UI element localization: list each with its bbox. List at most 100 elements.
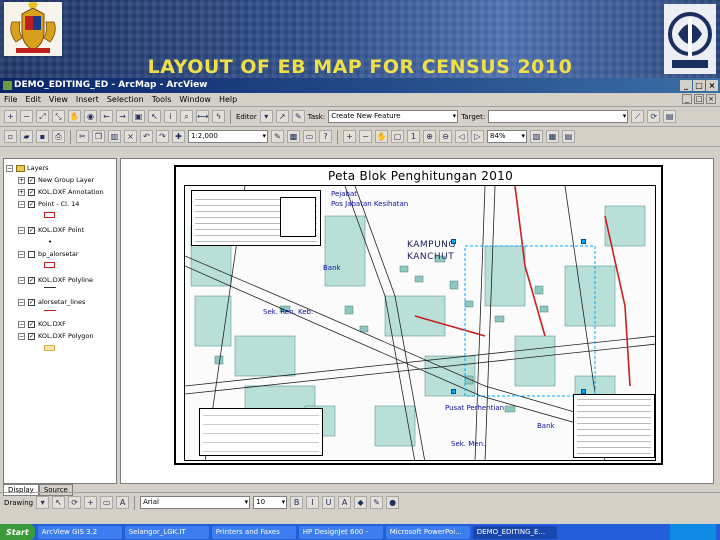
copy-icon[interactable]: ❐	[92, 130, 105, 143]
menu-window[interactable]: Window	[179, 95, 211, 104]
fixed-in-icon[interactable]: ⊕	[423, 130, 436, 143]
menu-edit[interactable]: Edit	[25, 95, 41, 104]
fixed-zoom-out-icon[interactable]: ⤡	[52, 110, 65, 123]
select-elements-icon[interactable]: ↖	[148, 110, 161, 123]
target-combo[interactable]	[488, 110, 629, 123]
focus-frame-icon[interactable]: ▦	[546, 130, 559, 143]
menu-view[interactable]: View	[49, 95, 68, 104]
cut-icon[interactable]: ✂	[76, 130, 89, 143]
collapse-icon[interactable]: −	[6, 164, 13, 172]
rotate-icon[interactable]: ⟳	[68, 496, 82, 509]
pan-icon[interactable]: ✋	[68, 110, 81, 123]
previous-extent-icon[interactable]: ◁	[455, 130, 468, 143]
fill-color-icon[interactable]: ◆	[354, 496, 368, 509]
whats-this-icon[interactable]: ?	[319, 130, 332, 143]
zoom-out-icon[interactable]: −	[20, 110, 33, 123]
toc-layer[interactable]: − ✓ Point - Cl. 14	[18, 199, 79, 209]
full-extent-icon[interactable]: ◉	[84, 110, 97, 123]
layout-view[interactable]: Peta Blok Penghitungan 2010 Pejabat Pos …	[120, 158, 714, 484]
forward-extent-icon[interactable]: →	[116, 110, 129, 123]
expand-icon[interactable]: +	[18, 176, 25, 184]
fixed-zoom-in-icon[interactable]: ⤢	[36, 110, 49, 123]
line-color-icon[interactable]: ✎	[370, 496, 384, 509]
collapse-icon[interactable]: −	[18, 298, 25, 306]
selection-handle[interactable]	[581, 389, 586, 394]
start-button[interactable]: Start	[0, 524, 35, 540]
collapse-icon[interactable]: −	[18, 250, 25, 258]
delete-icon[interactable]: ×	[124, 130, 137, 143]
layer-checkbox[interactable]: ✓	[28, 320, 35, 328]
edit-tool-icon[interactable]: ↗	[275, 110, 289, 123]
next-extent-icon[interactable]: ▷	[471, 130, 484, 143]
zoom-in-icon[interactable]: +	[4, 110, 17, 123]
change-layout-icon[interactable]: ▤	[562, 130, 575, 143]
drawing-menu[interactable]: Drawing	[4, 499, 33, 507]
taskbar-item[interactable]: HP DesignJet 600 -	[298, 525, 383, 539]
attributes-icon[interactable]: ▤	[663, 110, 677, 123]
taskbar-item[interactable]: Printers and Faxes	[211, 525, 296, 539]
menu-file[interactable]: File	[4, 95, 17, 104]
collapse-icon[interactable]: −	[18, 276, 25, 284]
dropdown-arrow-icon[interactable]: ▾	[259, 110, 273, 123]
add-data-icon[interactable]: ✚	[172, 130, 185, 143]
font-size-combo[interactable]: 10	[253, 496, 288, 509]
command-line-icon[interactable]: ▭	[303, 130, 316, 143]
back-extent-icon[interactable]: ←	[100, 110, 113, 123]
taskbar-item[interactable]: Microsoft PowerPoi...	[385, 525, 470, 539]
redo-icon[interactable]: ↷	[156, 130, 169, 143]
collapse-icon[interactable]: −	[18, 226, 25, 234]
taskbar-item[interactable]: ArcView GIS 3.2	[37, 525, 122, 539]
arctoolbox-icon[interactable]: ▩	[287, 130, 300, 143]
marker-color-icon[interactable]: ●	[386, 496, 400, 509]
selection-handle[interactable]	[581, 239, 586, 244]
sketch-tool-icon[interactable]: ✎	[291, 110, 305, 123]
data-frame[interactable]: Pejabat Pos Jabatan Kesihatan KAMPUNG KA…	[184, 185, 656, 461]
editor-menu[interactable]: Editor	[236, 113, 257, 121]
close-button[interactable]: ×	[706, 80, 718, 91]
map-scale-combo[interactable]: 1:2,000	[188, 130, 268, 143]
layer-checkbox[interactable]: ✓	[28, 332, 35, 340]
mdi-minimize-button[interactable]: _	[682, 94, 692, 104]
toc-layer[interactable]: − ✓ KOL.DXF Polyline	[18, 275, 93, 285]
zoom-in-icon[interactable]: +	[84, 496, 98, 509]
paste-icon[interactable]: ▥	[108, 130, 121, 143]
find-icon[interactable]: ⌕	[180, 110, 193, 123]
enumerator-info-box[interactable]	[199, 408, 323, 456]
layer-checkbox[interactable]: ✓	[28, 298, 35, 306]
toc-layer[interactable]: − ✓ KOL.DXF	[18, 319, 66, 329]
maximize-button[interactable]: □	[693, 80, 705, 91]
identify-icon[interactable]: i	[164, 110, 177, 123]
rectangle-icon[interactable]: ▭	[100, 496, 114, 509]
layout-zoom-out-icon[interactable]: −	[359, 130, 372, 143]
undo-icon[interactable]: ↶	[140, 130, 153, 143]
menu-selection[interactable]: Selection	[107, 95, 144, 104]
menu-tools[interactable]: Tools	[152, 95, 172, 104]
font-combo[interactable]: Arial	[140, 496, 251, 509]
layer-checkbox[interactable]: ✓	[28, 176, 35, 184]
toc-layer[interactable]: − ✓ KOL.DXF Polygon	[18, 331, 94, 341]
layer-checkbox[interactable]	[28, 250, 35, 258]
minimize-button[interactable]: _	[680, 80, 692, 91]
layer-checkbox[interactable]: ✓	[28, 276, 35, 284]
select-elements-icon[interactable]: ↖	[52, 496, 66, 509]
toc-layer[interactable]: − bp_alorsetar	[18, 249, 79, 259]
menu-help[interactable]: Help	[219, 95, 237, 104]
toc-layer[interactable]: − ✓ KOL.DXF Point	[18, 225, 84, 235]
taskbar-item[interactable]: DEMO_EDITING_E...	[472, 525, 557, 539]
text-icon[interactable]: A	[116, 496, 130, 509]
toc-layer[interactable]: + ✓ New Group Layer	[18, 175, 94, 185]
layout-page[interactable]: Peta Blok Penghitungan 2010 Pejabat Pos …	[174, 165, 663, 465]
print-icon[interactable]: ⎙	[52, 130, 65, 143]
toc-layer[interactable]: − ✓ alorsetar_lines	[18, 297, 85, 307]
layout-zoom-in-icon[interactable]: +	[343, 130, 356, 143]
layout-pan-icon[interactable]: ✋	[375, 130, 388, 143]
mdi-close-button[interactable]: ×	[706, 94, 716, 104]
layer-checkbox[interactable]: ✓	[28, 200, 35, 208]
select-features-icon[interactable]: ▣	[132, 110, 145, 123]
fixed-out-icon[interactable]: ⊖	[439, 130, 452, 143]
save-icon[interactable]: ▪	[36, 130, 49, 143]
task-combo[interactable]: Create New Feature	[328, 110, 459, 123]
layout-zoom-combo[interactable]: 84%	[487, 130, 527, 143]
map-info-table[interactable]	[191, 190, 321, 246]
collapse-icon[interactable]: −	[18, 320, 25, 328]
